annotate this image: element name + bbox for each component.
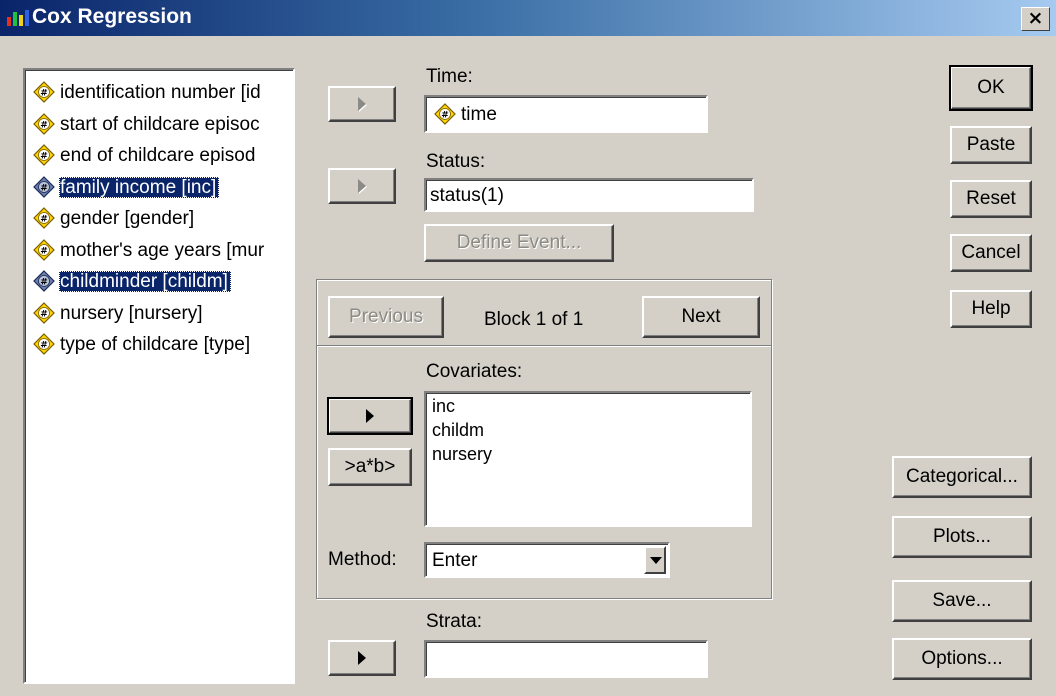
variable-list-item[interactable]: childminder [childm] [33, 269, 231, 295]
strata-field[interactable] [424, 640, 708, 678]
time-field[interactable]: time [424, 95, 708, 133]
title-bar[interactable]: Cox Regression × [0, 0, 1056, 36]
scale-variable-icon [33, 302, 55, 324]
variable-label: nursery [nursery] [60, 302, 203, 324]
block-divider [317, 345, 771, 347]
variable-list-item[interactable]: start of childcare episoc [33, 112, 263, 138]
move-to-strata-button[interactable] [328, 640, 396, 676]
scale-variable-icon [33, 333, 55, 355]
scale-variable-icon [33, 239, 55, 261]
variable-list-item[interactable]: family income [inc] [33, 175, 220, 201]
scale-variable-icon [33, 207, 55, 229]
move-to-covariates-button[interactable] [327, 397, 413, 435]
method-select[interactable]: Enter [424, 542, 670, 578]
strata-label: Strata: [426, 611, 482, 632]
scale-variable-icon [33, 176, 55, 198]
variable-label: start of childcare episoc [60, 113, 260, 135]
variable-list-item[interactable]: type of childcare [type] [33, 332, 253, 358]
plots-button[interactable]: Plots... [892, 516, 1032, 558]
variable-label: end of childcare episod [60, 145, 256, 166]
paste-button[interactable]: Paste [950, 126, 1032, 164]
variable-label: type of childcare [type] [60, 334, 251, 355]
cancel-button[interactable]: Cancel [950, 234, 1032, 272]
status-field-value: status(1) [430, 185, 504, 206]
variable-label: identification number [id [60, 82, 261, 103]
time-label: Time: [426, 66, 473, 87]
define-event-button[interactable]: Define Event... [424, 224, 614, 262]
right-arrow-icon [358, 650, 366, 665]
spss-app-icon [7, 10, 29, 26]
status-label: Status: [426, 151, 486, 172]
variable-label: childminder [childm] [59, 271, 231, 292]
right-arrow-icon [366, 408, 374, 423]
variable-label: family income [inc] [59, 176, 220, 198]
close-icon: × [1027, 7, 1044, 29]
variable-list-item[interactable]: gender [gender] [33, 206, 197, 232]
categorical-button[interactable]: Categorical... [892, 456, 1032, 498]
covariates-label: Covariates: [426, 361, 523, 382]
source-variable-list[interactable]: identification number [id start of childc… [23, 68, 295, 684]
variable-list-item[interactable]: nursery [nursery] [33, 301, 206, 327]
scale-variable-icon [33, 113, 55, 135]
move-to-time-button[interactable] [328, 86, 396, 122]
variable-list-item[interactable]: identification number [id [33, 80, 264, 106]
previous-block-button[interactable]: Previous [328, 296, 444, 338]
covariate-item[interactable]: childm [432, 419, 484, 441]
next-block-button[interactable]: Next [642, 296, 760, 338]
covariate-item[interactable]: nursery [432, 443, 492, 465]
close-button[interactable]: × [1021, 7, 1050, 31]
covariate-item[interactable]: inc [432, 395, 455, 417]
scale-variable-icon [33, 81, 55, 103]
status-field[interactable]: status(1) [424, 178, 754, 212]
block-indicator: Block 1 of 1 [484, 309, 584, 330]
window-title: Cox Regression [32, 5, 192, 28]
reset-button[interactable]: Reset [950, 180, 1032, 218]
options-button[interactable]: Options... [892, 638, 1032, 680]
scale-variable-icon [434, 103, 456, 125]
ok-button[interactable]: OK [949, 65, 1033, 111]
right-arrow-icon [358, 96, 366, 111]
move-to-status-button[interactable] [328, 168, 396, 204]
covariates-list[interactable]: inc childm nursery [424, 391, 752, 527]
method-dropdown-button[interactable] [644, 546, 666, 574]
right-arrow-icon [358, 178, 366, 193]
scale-variable-icon [33, 270, 55, 292]
scale-variable-icon [33, 144, 55, 166]
method-value: Enter [432, 550, 478, 571]
time-field-value: time [461, 104, 497, 125]
variable-label: gender [gender] [60, 208, 195, 229]
method-label: Method: [328, 549, 397, 570]
variable-list-item[interactable]: end of childcare episod [33, 143, 258, 169]
interaction-term-button[interactable]: >a*b> [328, 448, 412, 486]
variable-list-item[interactable]: mother's age years [mur [33, 238, 267, 264]
help-button[interactable]: Help [950, 290, 1032, 328]
chevron-down-icon [650, 557, 662, 564]
variable-label: mother's age years [mur [60, 239, 265, 261]
save-button[interactable]: Save... [892, 580, 1032, 622]
